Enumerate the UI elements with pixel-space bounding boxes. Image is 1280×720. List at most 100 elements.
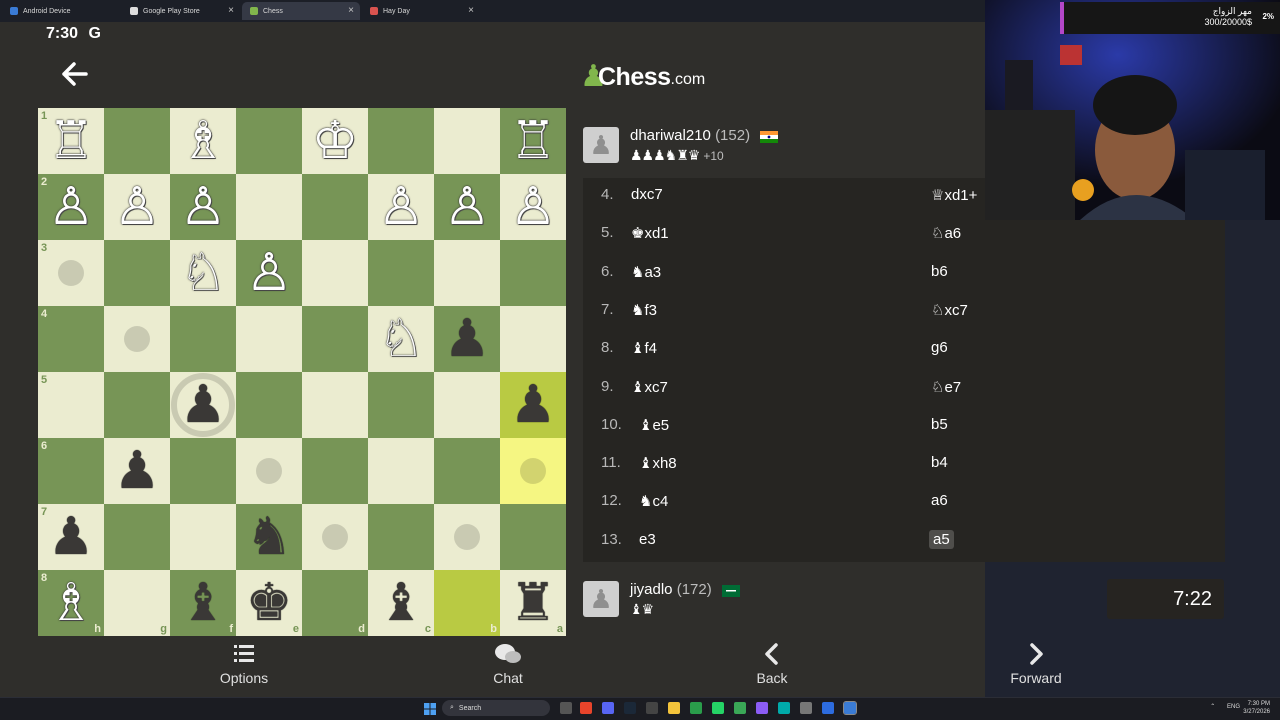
- black-move[interactable]: ♕xd1+: [929, 186, 979, 204]
- tab-chess[interactable]: Chess ×: [242, 2, 360, 20]
- task-view-icon[interactable]: [560, 702, 572, 714]
- board-square[interactable]: [500, 504, 566, 570]
- black-move[interactable]: b6: [929, 263, 950, 280]
- taskbar-search[interactable]: ⌕ Search: [442, 700, 550, 716]
- board-square[interactable]: [236, 438, 302, 504]
- board-square[interactable]: ♟: [434, 306, 500, 372]
- board-square[interactable]: c ♝: [368, 570, 434, 636]
- move-hint-dot[interactable]: [454, 524, 480, 550]
- back-button[interactable]: Back: [712, 642, 832, 694]
- black-pawn-icon[interactable]: ♟: [170, 372, 236, 438]
- android-device-app-icon[interactable]: [843, 701, 857, 715]
- black-move[interactable]: a6: [929, 492, 950, 509]
- board-square[interactable]: ♔: [302, 108, 368, 174]
- white-pawn-icon[interactable]: ♙: [434, 174, 500, 240]
- white-move[interactable]: e3: [639, 531, 656, 548]
- white-move[interactable]: ♝xc7: [631, 378, 668, 396]
- brave-icon[interactable]: [580, 702, 592, 714]
- black-bishop-icon[interactable]: ♝: [368, 570, 434, 636]
- taskbar-clock[interactable]: 7:30 PM 3/27/2026: [1243, 700, 1270, 716]
- board-square[interactable]: [104, 306, 170, 372]
- board-square[interactable]: b: [434, 570, 500, 636]
- board-square[interactable]: e ♚: [236, 570, 302, 636]
- tab-google-play-store[interactable]: Google Play Store ×: [122, 2, 240, 20]
- move-hint-dot[interactable]: [520, 458, 546, 484]
- close-icon[interactable]: ×: [228, 5, 234, 16]
- board-square[interactable]: [302, 306, 368, 372]
- white-bishop-icon[interactable]: ♗: [170, 108, 236, 174]
- white-move[interactable]: ♝e5: [639, 416, 669, 434]
- white-pawn-icon[interactable]: ♙: [104, 174, 170, 240]
- board-square[interactable]: [368, 108, 434, 174]
- steam-icon[interactable]: [624, 702, 636, 714]
- options-button[interactable]: Options: [184, 642, 304, 694]
- opponent-avatar[interactable]: ♟: [583, 127, 619, 163]
- chat-button[interactable]: Chat: [448, 642, 568, 694]
- board-square[interactable]: a ♜: [500, 570, 566, 636]
- board-square[interactable]: [368, 438, 434, 504]
- black-pawn-icon[interactable]: ♟: [500, 372, 566, 438]
- chrome-icon[interactable]: [734, 702, 746, 714]
- file-explorer-icon[interactable]: [668, 702, 680, 714]
- board-square[interactable]: ♘: [170, 240, 236, 306]
- board-square[interactable]: ♟: [500, 372, 566, 438]
- black-pawn-icon[interactable]: ♟: [38, 504, 104, 570]
- board-square[interactable]: [434, 438, 500, 504]
- player-name[interactable]: jiyadlo: [630, 581, 673, 598]
- board-square[interactable]: [302, 174, 368, 240]
- close-icon[interactable]: ×: [348, 5, 354, 16]
- board-square[interactable]: ♙: [500, 174, 566, 240]
- board-square[interactable]: 1 ♖: [38, 108, 104, 174]
- board-square[interactable]: [236, 174, 302, 240]
- black-move[interactable]: g6: [929, 339, 950, 356]
- black-pawn-icon[interactable]: ♟: [434, 306, 500, 372]
- settings-icon[interactable]: [800, 702, 812, 714]
- white-move[interactable]: ♚xd1: [631, 224, 669, 242]
- board-square[interactable]: [236, 372, 302, 438]
- forward-button[interactable]: Forward: [976, 642, 1096, 694]
- board-square[interactable]: [434, 240, 500, 306]
- white-pawn-icon[interactable]: ♙: [368, 174, 434, 240]
- board-square[interactable]: ♙: [236, 240, 302, 306]
- black-move[interactable]: ♘xc7: [929, 301, 970, 319]
- black-pawn-icon[interactable]: ♟: [104, 438, 170, 504]
- white-move[interactable]: ♞a3: [631, 263, 661, 281]
- board-square[interactable]: ♙: [104, 174, 170, 240]
- whatsapp-icon[interactable]: [712, 702, 724, 714]
- board-square[interactable]: ♙: [170, 174, 236, 240]
- white-knight-icon[interactable]: ♘: [170, 240, 236, 306]
- board-square[interactable]: ♗: [170, 108, 236, 174]
- board-square[interactable]: [368, 372, 434, 438]
- board-square[interactable]: 8 h ♗: [38, 570, 104, 636]
- board-square[interactable]: [104, 504, 170, 570]
- language-indicator[interactable]: ENG: [1227, 704, 1240, 710]
- board-square[interactable]: [104, 108, 170, 174]
- app-icon[interactable]: [690, 702, 702, 714]
- black-move[interactable]: b4: [929, 454, 950, 471]
- white-knight-icon[interactable]: ♘: [368, 306, 434, 372]
- tab-android-device[interactable]: Android Device: [2, 2, 120, 20]
- move-hint-dot[interactable]: [58, 260, 84, 286]
- board-square[interactable]: [302, 504, 368, 570]
- board-square[interactable]: [500, 438, 566, 504]
- board-square[interactable]: ♙: [434, 174, 500, 240]
- board-square[interactable]: [434, 372, 500, 438]
- board-square[interactable]: [302, 240, 368, 306]
- app-icon[interactable]: [778, 702, 790, 714]
- board-square[interactable]: [500, 240, 566, 306]
- board-square[interactable]: [302, 438, 368, 504]
- close-icon[interactable]: ×: [468, 5, 474, 16]
- black-move[interactable]: b5: [929, 416, 950, 433]
- board-square[interactable]: [236, 108, 302, 174]
- move-hint-dot[interactable]: [256, 458, 282, 484]
- board-square[interactable]: [302, 372, 368, 438]
- black-bishop-icon[interactable]: ♝: [170, 570, 236, 636]
- board-square[interactable]: ♘: [368, 306, 434, 372]
- back-arrow-icon[interactable]: [62, 62, 94, 92]
- white-pawn-icon[interactable]: ♙: [500, 174, 566, 240]
- white-bishop-icon[interactable]: ♗: [38, 570, 104, 636]
- board-square[interactable]: 4: [38, 306, 104, 372]
- board-square[interactable]: [434, 108, 500, 174]
- move-hint-dot[interactable]: [322, 524, 348, 550]
- white-pawn-icon[interactable]: ♙: [38, 174, 104, 240]
